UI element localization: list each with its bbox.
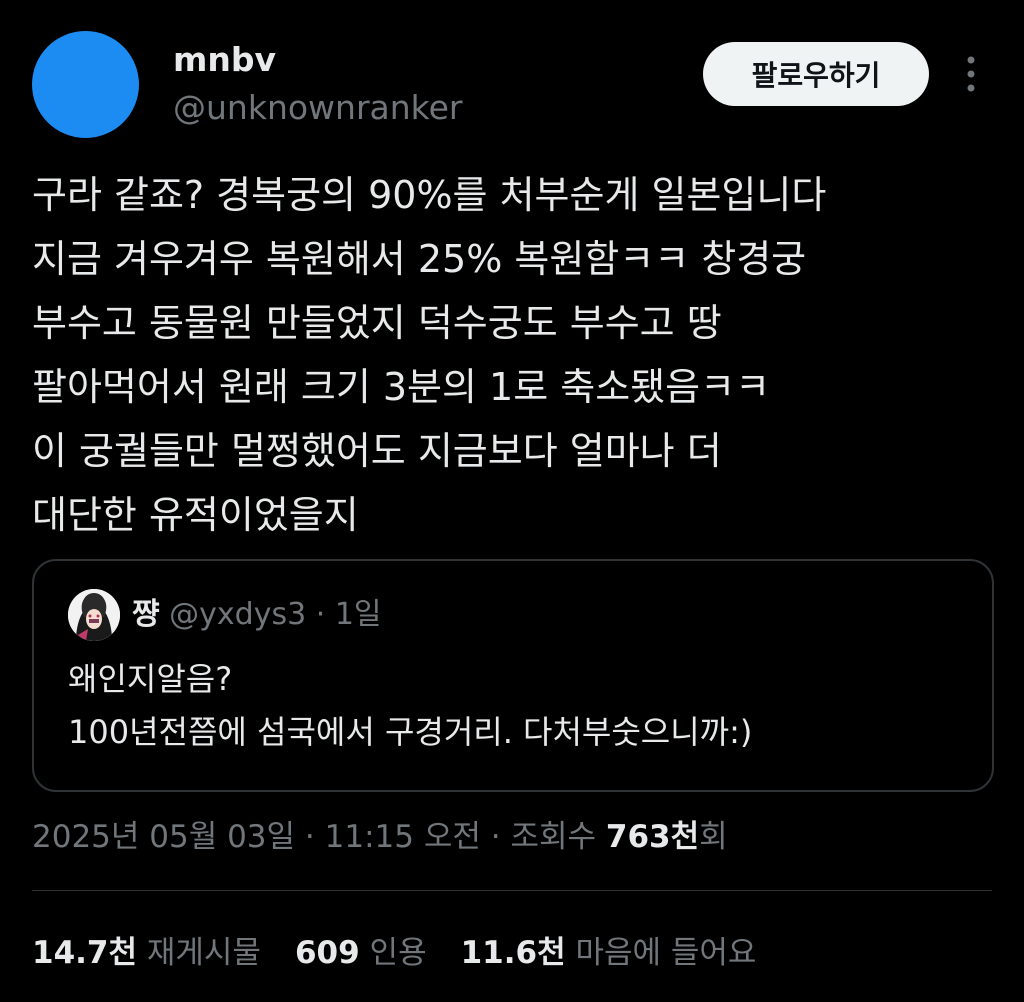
likes-stat[interactable]: 11.6천 마음에 들어요 [461, 928, 757, 978]
tweet-text: 구라 같죠? 경복궁의 90%를 처부순게 일본입니다 지금 겨우겨우 복원해서… [32, 163, 1002, 547]
tweet-time[interactable]: 11:15 오전 [325, 819, 481, 855]
more-options-icon[interactable] [956, 52, 986, 96]
quoted-text-line: 100년전쯤에 섬국에서 구경거리. 다처부숫으니까:) [68, 713, 753, 751]
tweet-text-line: 부수고 동물원 만들었지 덕수궁도 부수고 땅 [32, 301, 722, 345]
author-avatar[interactable] [32, 31, 139, 138]
quotes-count: 609 [294, 935, 360, 971]
tweet-text-line: 구라 같죠? 경복궁의 90%를 처부순게 일본입니다 [32, 173, 827, 217]
divider [32, 890, 992, 891]
likes-count: 11.6천 [460, 935, 566, 971]
tweet-text-line: 팔아먹어서 원래 크기 3분의 1로 축소됐음ㅋㅋ [32, 365, 771, 409]
quoted-tweet-text: 왜인지알음? 100년전쯤에 섬국에서 구경거리. 다처부숫으니까:) [68, 653, 752, 759]
tweet-date[interactable]: 2025년 05월 03일 [32, 819, 295, 855]
engagement-stats: 14.7천 재게시물 609 인용 11.6천 마음에 들어요 [32, 928, 756, 978]
reposts-stat[interactable]: 14.7천 재게시물 [32, 928, 261, 978]
author-handle[interactable]: @unknownranker [173, 86, 462, 130]
quoted-author-avatar[interactable] [68, 589, 120, 641]
tweet-text-line: 대단한 유적이었을지 [32, 493, 359, 537]
quotes-stat[interactable]: 609 인용 [295, 928, 427, 978]
views-label: 조회수 [510, 819, 597, 855]
follow-button[interactable]: 팔로우하기 [703, 42, 929, 106]
meta-separator: · [304, 819, 325, 855]
views-count: 763천 [605, 819, 700, 855]
reposts-count: 14.7천 [32, 935, 138, 971]
quoted-tweet-card[interactable]: 쨩 @yxdys3 · 1일 왜인지알음? 100년전쯤에 섬국에서 구경거리.… [32, 559, 994, 792]
views-suffix: 회 [699, 819, 728, 855]
quoted-tweet-header: 쨩 @yxdys3 · 1일 [132, 595, 382, 635]
quoted-author-name[interactable]: 쨩 [132, 597, 160, 632]
anime-character-avatar-icon [68, 589, 120, 641]
quoted-author-handle[interactable]: @yxdys3 [169, 597, 306, 632]
meta-separator: · [490, 819, 511, 855]
quotes-label: 인용 [369, 935, 427, 971]
quoted-text-line: 왜인지알음? [68, 660, 233, 698]
quoted-tweet-time[interactable]: 1일 [335, 597, 382, 632]
likes-label: 마음에 들어요 [575, 935, 757, 971]
author-display-name[interactable]: mnbv [173, 38, 276, 82]
tweet-text-line: 이 궁궐들만 멀쩡했어도 지금보다 얼마나 더 [32, 429, 722, 473]
vertical-ellipsis-icon [967, 56, 975, 92]
tweet-text-line: 지금 겨우겨우 복원해서 25% 복원함ㅋㅋ 창경궁 [32, 237, 807, 281]
quoted-separator: · [315, 597, 326, 632]
tweet-meta: 2025년 05월 03일 · 11:15 오전 · 조회수 763천회 [32, 812, 728, 862]
reposts-label: 재게시물 [146, 935, 261, 971]
